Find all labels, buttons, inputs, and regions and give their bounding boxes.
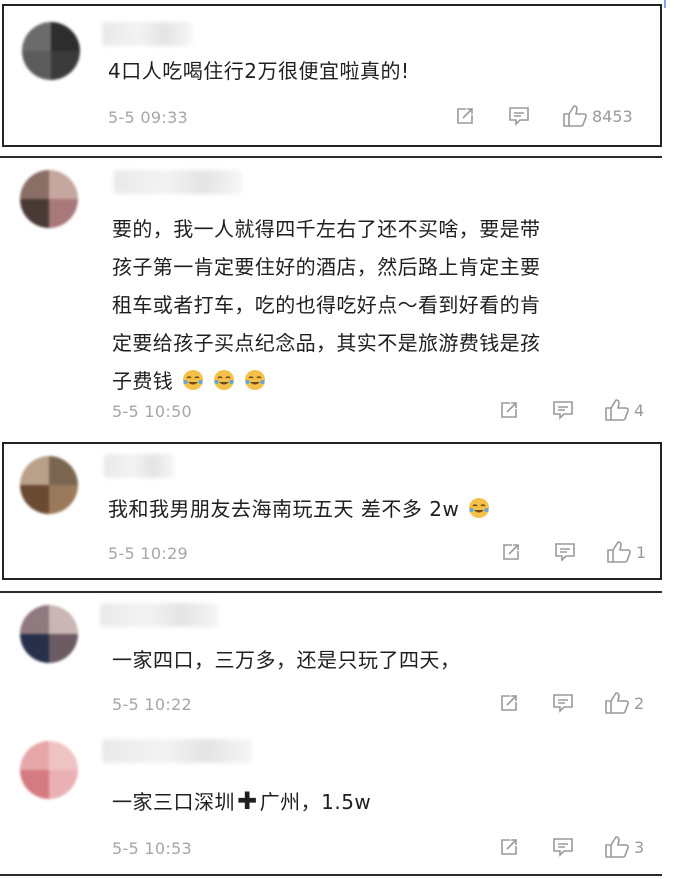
- share-icon[interactable]: [496, 837, 522, 857]
- comment-time: 5-5 10:53: [112, 839, 193, 858]
- avatar[interactable]: [20, 170, 78, 228]
- comment-card: 一家三口深圳✚ 广州，1.5w 5-5 10:53 3: [2, 733, 662, 873]
- avatar[interactable]: [20, 741, 78, 799]
- thumbs-up-icon[interactable]: [604, 691, 630, 715]
- comment-line-last: 子费钱: [112, 362, 540, 400]
- thumbs-up-icon[interactable]: [562, 104, 588, 128]
- comment-text-after: 广州，1.5w: [259, 790, 372, 814]
- comment-line: 孩子第一肯定要住好的酒店，然后路上肯定主要: [112, 255, 541, 279]
- comment-text: 一家三口深圳✚ 广州，1.5w: [112, 785, 371, 819]
- comment-icon[interactable]: [550, 693, 576, 713]
- comment-line: 要的，我一人就得四千左右了还不买啥，要是带: [112, 217, 541, 241]
- like-count: 3: [634, 837, 645, 857]
- comment-line: 租车或者打车，吃的也得吃好点～看到好看的肯: [112, 293, 541, 317]
- thumbs-up-icon[interactable]: [604, 398, 630, 422]
- avatar[interactable]: [22, 22, 80, 80]
- username-blurred[interactable]: [100, 603, 218, 627]
- comment-icon[interactable]: [552, 542, 578, 562]
- comment-text-body: 我和我男朋友去海南玩五天 差不多 2w: [108, 497, 460, 521]
- plus-icon: ✚: [237, 787, 258, 815]
- comment-text: 我和我男朋友去海南玩五天 差不多 2w: [108, 492, 490, 526]
- like-count: 1: [636, 542, 647, 562]
- comment-text: 4口人吃喝住行2万很便宜啦真的!: [108, 59, 410, 83]
- username-blurred[interactable]: [102, 739, 252, 763]
- comment-card: 我和我男朋友去海南玩五天 差不多 2w 5-5 10:29 1: [2, 442, 662, 580]
- avatar[interactable]: [20, 605, 78, 663]
- comment-actions: 8453: [452, 104, 633, 128]
- comment-card: 一家四口，三万多，还是只玩了四天， 5-5 10:22 2: [2, 593, 662, 731]
- laugh-cry-emoji: [244, 370, 265, 390]
- like-count: 4: [634, 400, 645, 420]
- like-count: 8453: [592, 106, 633, 126]
- comment-text-before: 一家三口深圳: [112, 790, 235, 814]
- comment-icon[interactable]: [550, 837, 576, 857]
- share-icon[interactable]: [452, 106, 478, 126]
- comment-card: 要的，我一人就得四千左右了还不买啥，要是带 孩子第一肯定要住好的酒店，然后路上肯…: [2, 158, 662, 430]
- comment-line: 定要给孩子买点纪念品，其实不是旅游费钱是孩: [112, 331, 541, 355]
- avatar[interactable]: [20, 456, 78, 514]
- comment-time: 5-5 09:33: [108, 108, 189, 127]
- comment-actions: 3: [496, 835, 644, 859]
- comment-icon[interactable]: [550, 400, 576, 420]
- comment-card: 4口人吃喝住行2万很便宜啦真的! 5-5 09:33 8453: [2, 4, 662, 147]
- laugh-cry-emoji: [469, 498, 490, 518]
- comment-text: 一家四口，三万多，还是只玩了四天，: [112, 648, 461, 672]
- username-blurred[interactable]: [102, 22, 192, 46]
- like-count: 2: [634, 693, 645, 713]
- comment-time: 5-5 10:50: [112, 402, 193, 421]
- comment-time: 5-5 10:29: [108, 544, 189, 563]
- comment-body: 要的，我一人就得四千左右了还不买啥，要是带 孩子第一肯定要住好的酒店，然后路上肯…: [112, 210, 540, 400]
- laugh-cry-emoji: [213, 370, 234, 390]
- thumbs-up-icon[interactable]: [606, 540, 632, 564]
- username-blurred[interactable]: [104, 454, 174, 478]
- comment-line: 子费钱: [112, 369, 174, 393]
- share-icon[interactable]: [498, 542, 524, 562]
- comment-actions: 4: [496, 398, 644, 422]
- thumbs-up-icon[interactable]: [604, 835, 630, 859]
- comment-time: 5-5 10:22: [112, 695, 193, 714]
- divider: [0, 874, 662, 876]
- share-icon[interactable]: [496, 400, 522, 420]
- comment-icon[interactable]: [506, 106, 532, 126]
- share-icon[interactable]: [496, 693, 522, 713]
- scroll-indicator: [664, 0, 666, 8]
- comment-actions: 1: [498, 540, 646, 564]
- laugh-cry-emoji: [182, 370, 203, 390]
- username-blurred[interactable]: [114, 170, 242, 194]
- comment-actions: 2: [496, 691, 644, 715]
